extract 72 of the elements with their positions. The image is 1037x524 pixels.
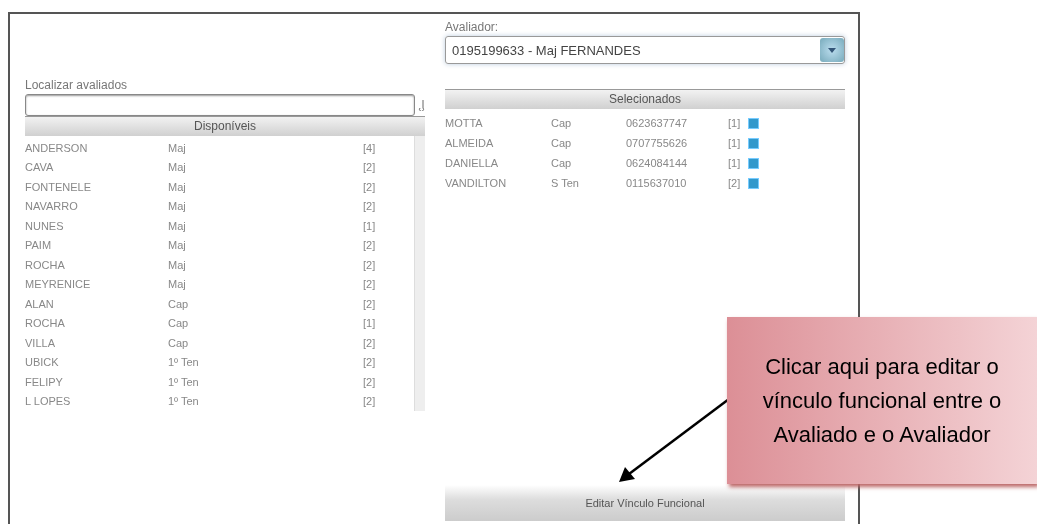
evaluator-dropdown[interactable]: 0195199633 - Maj FERNANDES xyxy=(445,36,845,64)
count-text: [2] xyxy=(363,336,377,349)
search-label: Localizar avaliados xyxy=(25,78,128,92)
square-icon[interactable] xyxy=(748,137,759,149)
scrollbar[interactable] xyxy=(414,136,425,411)
rank-text: Cap xyxy=(168,317,190,330)
count-text: [1] xyxy=(363,219,377,232)
count-text: [2] xyxy=(363,375,377,388)
name-text: VILLA xyxy=(25,336,56,349)
id-text: 0707755626 xyxy=(626,137,689,149)
rank-text: 1º Ten xyxy=(168,356,200,369)
search-field[interactable] xyxy=(25,94,415,116)
rank-text: Maj xyxy=(168,278,187,291)
rank-text: 1º Ten xyxy=(168,375,200,388)
name-text: L LOPES xyxy=(25,395,72,408)
name-text: ANDERSON xyxy=(25,141,89,154)
square-icon[interactable] xyxy=(748,117,759,129)
count-text: [2] xyxy=(363,395,377,408)
evaluator-label: Avaliador: xyxy=(445,20,499,34)
id-text: 0115637010 xyxy=(626,177,688,189)
rank-text: 1º Ten xyxy=(168,395,200,408)
name-text: VANDILTON xyxy=(445,177,508,189)
name-text: ROCHA xyxy=(25,258,66,271)
name-text: MEYRENICE xyxy=(25,278,92,291)
rank-text: Maj xyxy=(168,161,187,174)
rank-text: Cap xyxy=(168,336,190,349)
name-text: ROCHA xyxy=(25,317,66,330)
name-text: NAVARRO xyxy=(25,200,79,213)
rank-text: Maj xyxy=(168,180,187,193)
count-text: [2] xyxy=(363,180,377,193)
id-text: 0623637747 xyxy=(626,117,689,129)
count-text: [2] xyxy=(728,177,742,189)
callout-note: Clicar aqui para editar o vínculo funcional entre o Avaliado e o Avaliador xyxy=(727,317,1037,484)
name-text: MOTTA xyxy=(445,117,484,129)
square-icon[interactable] xyxy=(748,157,759,169)
name-text: PAIM xyxy=(25,239,53,252)
count-text: [1] xyxy=(728,157,742,169)
count-text: [2] xyxy=(363,161,377,174)
count-text: [2] xyxy=(363,297,377,310)
count-text: [2] xyxy=(363,356,377,369)
count-text: [2] xyxy=(363,239,377,252)
count-text: [2] xyxy=(363,200,377,213)
id-text: 0624084144 xyxy=(626,157,689,169)
list-header: Disponíveis xyxy=(25,116,425,136)
count-text: [1] xyxy=(363,317,377,330)
edit-button[interactable]: Editar Vínculo Funcional xyxy=(445,485,845,521)
name-text: FONTENELE xyxy=(25,180,92,193)
count-text: [4] xyxy=(363,141,377,154)
square-icon[interactable] xyxy=(748,177,759,189)
name-text: NUNES xyxy=(25,219,65,232)
rank-text: Maj xyxy=(168,258,187,271)
name-text: CAVA xyxy=(25,161,55,174)
rank-text: Cap xyxy=(551,157,573,169)
rank-text: Maj xyxy=(168,219,187,232)
name-text: DANIELLA xyxy=(445,157,500,169)
name-text: UBICK xyxy=(25,356,60,369)
name-text: FELIPY xyxy=(25,375,64,388)
caret-icon xyxy=(828,47,836,53)
list-header: Selecionados xyxy=(445,89,845,109)
count-text: [2] xyxy=(363,278,377,291)
name-text: ALAN xyxy=(25,297,55,310)
name-text: ALMEIDA xyxy=(445,137,495,149)
count-text: [1] xyxy=(728,137,742,149)
count-text: [1] xyxy=(728,117,742,129)
count-text: [2] xyxy=(363,258,377,271)
rank-text: S Ten xyxy=(551,177,580,189)
rank-text: Maj xyxy=(168,239,187,252)
rank-text: Maj xyxy=(168,141,187,154)
rank-text: Maj xyxy=(168,200,187,213)
rank-text: Cap xyxy=(551,137,573,149)
rank-text: Cap xyxy=(551,117,573,129)
rank-text: Cap xyxy=(168,297,190,310)
